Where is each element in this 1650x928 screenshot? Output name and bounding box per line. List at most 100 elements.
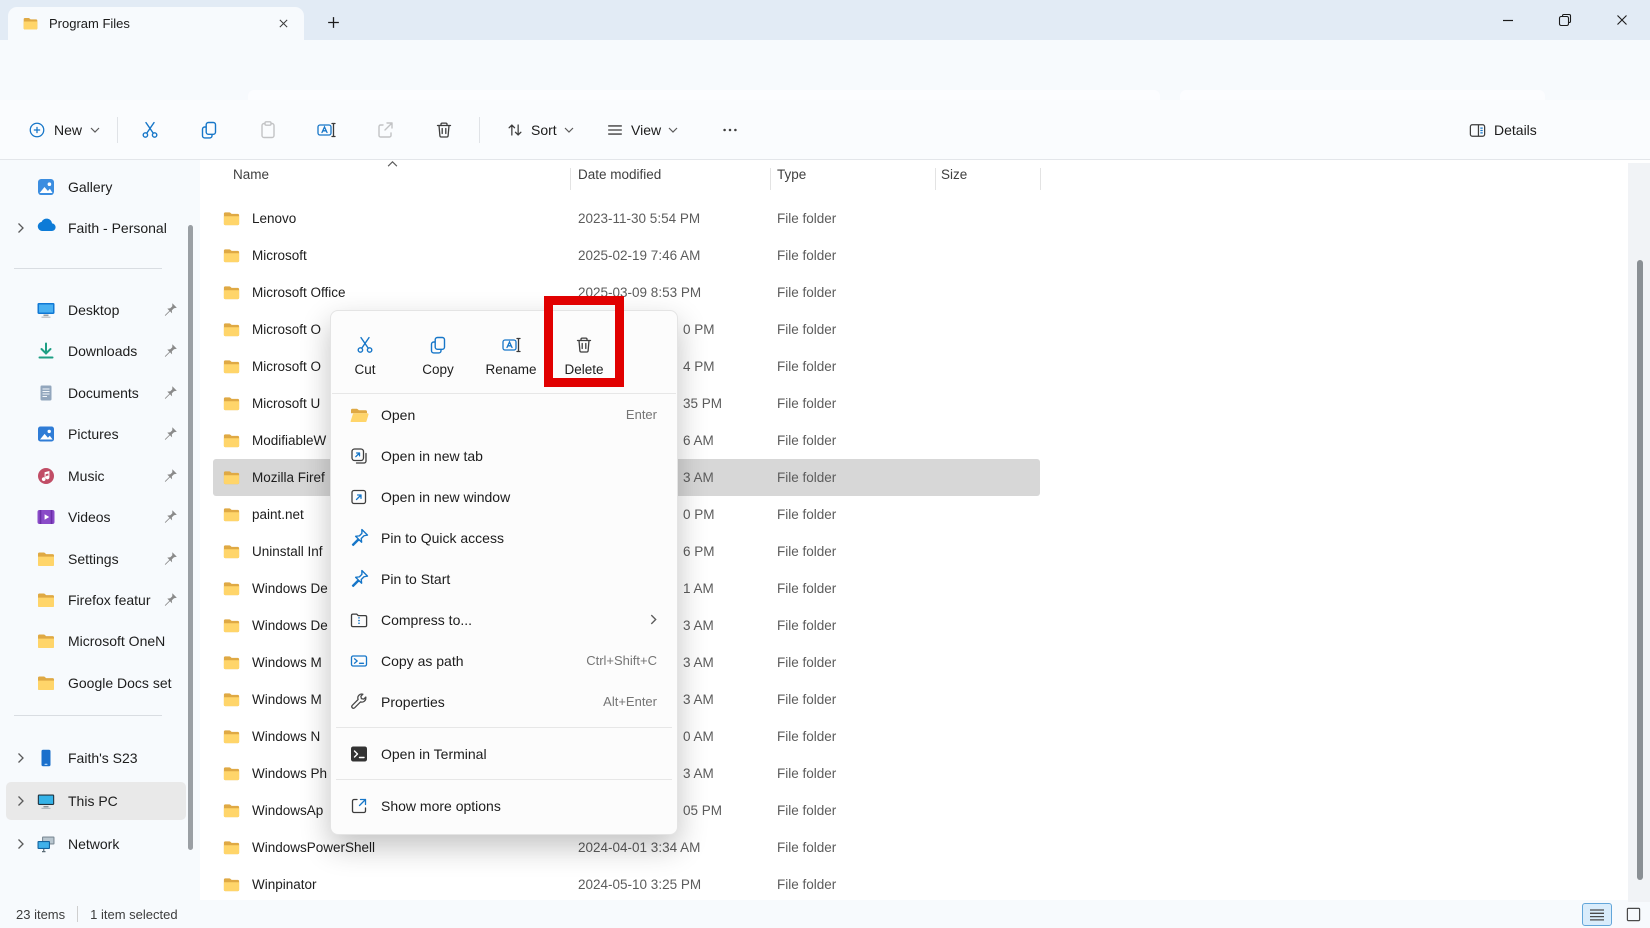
sidebar-item-this-pc[interactable]: This PC: [6, 782, 186, 820]
plus-circle-icon: [28, 121, 46, 139]
column-header-date[interactable]: Date modified: [578, 167, 777, 182]
chevron-down-icon: [668, 127, 678, 133]
sidebar-scrollbar[interactable]: [188, 225, 193, 850]
window-controls: [1479, 0, 1650, 40]
menu-item-pin-to-quick-access[interactable]: Pin to Quick access: [335, 517, 673, 558]
column-header-type[interactable]: Type: [777, 167, 941, 182]
sidebar-item-pictures[interactable]: Pictures: [6, 415, 186, 453]
sidebar-item-music[interactable]: Music: [6, 457, 186, 495]
file-type: File folder: [777, 396, 941, 411]
sidebar-item-videos[interactable]: Videos: [6, 498, 186, 536]
pc-icon: [36, 791, 56, 811]
context-menu: CutCopyRenameDelete OpenEnterOpen in new…: [330, 310, 678, 835]
sidebar-item-firefox-featur[interactable]: Firefox featur: [6, 581, 186, 619]
toolbar: New Sort View Details: [0, 100, 1650, 160]
menu-item-open-in-terminal[interactable]: Open in Terminal: [335, 733, 673, 774]
file-name: Microsoft: [252, 248, 307, 263]
sidebar-item-faith-s-s23[interactable]: Faith's S23: [6, 739, 186, 777]
file-type: File folder: [777, 581, 941, 596]
rename-button[interactable]: [306, 110, 346, 150]
copy-button[interactable]: [189, 110, 229, 150]
tab-program-files[interactable]: Program Files: [8, 7, 304, 40]
table-row[interactable]: Lenovo2023-11-30 5:54 PMFile folder: [213, 200, 1040, 237]
sidebar-item-label: Settings: [68, 551, 162, 567]
file-date: 2024-05-10 3:25 PM: [578, 877, 777, 892]
menu-item-properties[interactable]: PropertiesAlt+Enter: [335, 681, 673, 722]
menu-divider: [336, 779, 672, 780]
navigation-bar: This PCWindows (C:)Program Files: [0, 40, 1650, 100]
sidebar-item-settings[interactable]: Settings: [6, 540, 186, 578]
scrollbar-track[interactable]: [1628, 163, 1650, 902]
sidebar-item-label: Google Docs set: [68, 675, 186, 691]
new-button[interactable]: New: [18, 110, 110, 150]
file-type: File folder: [777, 655, 941, 670]
column-header-name[interactable]: Name: [213, 167, 578, 182]
compress-icon: [349, 610, 369, 630]
column-divider[interactable]: [1040, 168, 1041, 190]
menu-item-shortcut: Ctrl+Shift+C: [586, 653, 657, 668]
sidebar-item-network[interactable]: Network: [6, 825, 186, 863]
cut-button[interactable]: [130, 110, 170, 150]
sort-button[interactable]: Sort: [496, 110, 584, 150]
tab-close-icon[interactable]: [272, 13, 294, 35]
chevron-right-icon[interactable]: [6, 838, 36, 850]
chevron-right-icon[interactable]: [6, 222, 36, 234]
menu-item-compress-to-[interactable]: Compress to...: [335, 599, 673, 640]
sidebar-item-label: Videos: [68, 509, 162, 525]
restore-button[interactable]: [1536, 0, 1593, 40]
context-rename-button[interactable]: Rename: [483, 323, 539, 387]
menu-item-copy-as-path[interactable]: Copy as pathCtrl+Shift+C: [335, 640, 673, 681]
delete-button[interactable]: [424, 110, 464, 150]
column-header-size[interactable]: Size: [941, 167, 1040, 182]
file-type: File folder: [777, 544, 941, 559]
chevron-right-icon[interactable]: [6, 752, 36, 764]
context-copy-button[interactable]: Copy: [410, 323, 466, 387]
sidebar-item-documents[interactable]: Documents: [6, 374, 186, 412]
menu-item-open-in-new-tab[interactable]: Open in new tab: [335, 435, 673, 476]
file-type: File folder: [777, 322, 941, 337]
sidebar-item-google-docs-set[interactable]: Google Docs set: [6, 664, 186, 702]
paste-button[interactable]: [248, 110, 288, 150]
column-divider[interactable]: [570, 168, 571, 190]
folder-icon: [222, 653, 241, 672]
details-view-toggle[interactable]: [1582, 903, 1612, 926]
close-button[interactable]: [1593, 0, 1650, 40]
cut-icon: [354, 334, 376, 356]
minimize-button[interactable]: [1479, 0, 1536, 40]
sort-ascending-icon[interactable]: [386, 160, 398, 167]
open-new-window-icon: [349, 487, 369, 507]
scrollbar-thumb[interactable]: [1637, 260, 1643, 880]
file-type: File folder: [777, 285, 941, 300]
context-button-label: Copy: [422, 362, 454, 377]
chevron-right-icon[interactable]: [6, 795, 36, 807]
sidebar-item-microsoft-onen[interactable]: Microsoft OneN: [6, 622, 186, 660]
sidebar-item-gallery[interactable]: Gallery: [6, 168, 186, 206]
menu-item-show-more-options[interactable]: Show more options: [335, 785, 673, 826]
menu-item-open[interactable]: OpenEnter: [335, 394, 673, 435]
context-cut-button[interactable]: Cut: [337, 323, 393, 387]
table-row[interactable]: Microsoft2025-02-19 7:46 AMFile folder: [213, 237, 1040, 274]
menu-item-label: Open in new window: [381, 489, 657, 505]
sidebar-item-faith-personal[interactable]: Faith - Personal: [6, 209, 186, 247]
folder-icon: [222, 727, 241, 746]
column-divider[interactable]: [935, 168, 936, 190]
sidebar-item-desktop[interactable]: Desktop: [6, 291, 186, 329]
table-row[interactable]: Microsoft Office2025-03-09 8:53 PMFile f…: [213, 274, 1040, 311]
details-pane-button[interactable]: Details: [1458, 110, 1547, 150]
view-button[interactable]: View: [596, 110, 688, 150]
menu-item-pin-to-start[interactable]: Pin to Start: [335, 558, 673, 599]
share-button[interactable]: [365, 110, 405, 150]
icons-view-toggle[interactable]: [1618, 903, 1648, 926]
table-row[interactable]: Winpinator2024-05-10 3:25 PMFile folder: [213, 866, 1040, 903]
file-type: File folder: [777, 729, 941, 744]
column-divider[interactable]: [770, 168, 771, 190]
more-options-button[interactable]: [710, 110, 750, 150]
menu-item-open-in-new-window[interactable]: Open in new window: [335, 476, 673, 517]
file-date: 2023-11-30 5:54 PM: [578, 211, 777, 226]
new-tab-button[interactable]: [320, 9, 346, 35]
sidebar-item-label: Faith's S23: [68, 750, 186, 766]
sidebar-item-downloads[interactable]: Downloads: [6, 332, 186, 370]
folder-icon: [222, 838, 241, 857]
sidebar-item-label: Desktop: [68, 302, 162, 318]
new-button-label: New: [54, 122, 82, 138]
